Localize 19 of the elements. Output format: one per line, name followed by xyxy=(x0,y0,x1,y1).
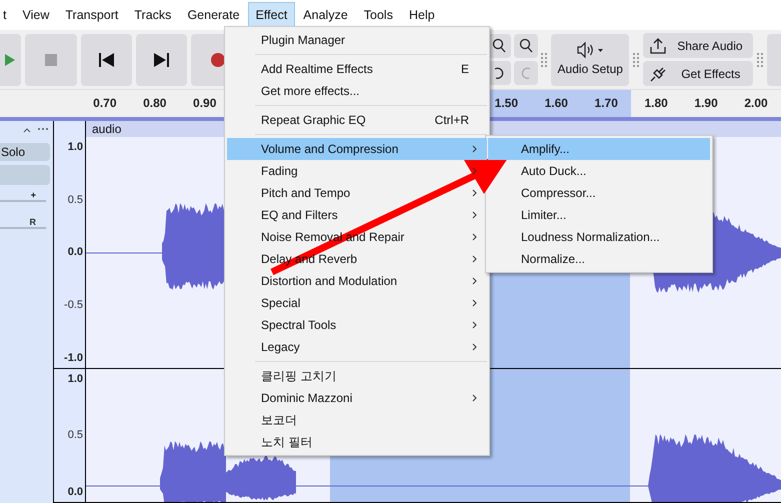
ruler-label: 0.70 xyxy=(92,95,118,112)
scale-label: 0.5 xyxy=(68,192,83,208)
ruler-label: 1.60 xyxy=(531,90,582,117)
ruler-label: 1.80 xyxy=(643,95,669,112)
ruler-label: 0.80 xyxy=(142,95,168,112)
scale-label: 1.0 xyxy=(68,372,83,387)
ruler-label: 0.90 xyxy=(192,95,218,112)
ruler-label: 2.00 xyxy=(743,95,769,112)
ruler-label: 1.90 xyxy=(693,95,719,112)
scale-label: 1.0 xyxy=(68,140,83,155)
gain-slider-label: + xyxy=(30,191,36,200)
scale-label: 0.0 xyxy=(68,484,83,500)
pan-slider-label: R xyxy=(30,218,36,227)
scale-label: 0.5 xyxy=(68,428,83,444)
scale-label: 0.0 xyxy=(68,245,83,260)
ruler-label: 1.70 xyxy=(581,90,632,117)
scale-label: -0.5 xyxy=(64,298,83,313)
scale-label: -1.0 xyxy=(64,350,83,366)
shortcut-label: E xyxy=(460,61,469,78)
